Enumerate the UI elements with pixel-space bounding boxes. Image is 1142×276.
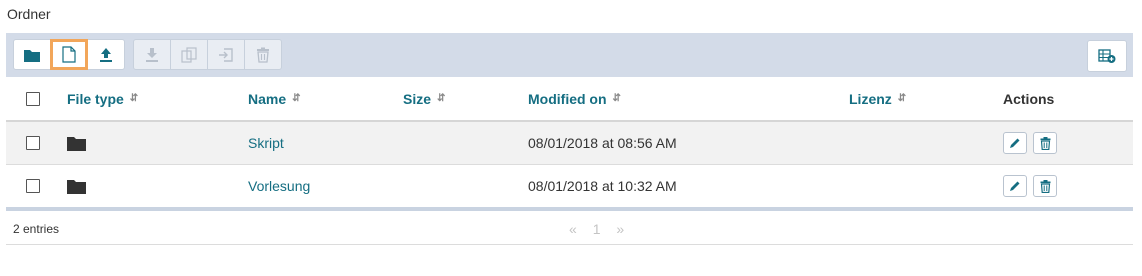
next-page-button[interactable]: » [616,221,624,237]
table-footer: 2 entries « 1 » [6,211,1133,245]
sort-icon: ⇵ [437,92,446,104]
table-row: Vorlesung 08/01/2018 at 10:32 AM [6,164,1133,207]
modified-date: 08/01/2018 at 10:32 AM [528,178,677,194]
column-name[interactable]: Name ⇵ [248,77,301,120]
folder-icon [67,179,86,194]
sort-icon: ⇵ [612,92,621,104]
download-icon [146,47,158,62]
upload-button[interactable] [87,39,125,70]
create-button-group [13,39,125,70]
row-delete-button[interactable] [1033,132,1057,154]
pencil-icon [1010,138,1020,148]
file-toolbar [6,33,1133,77]
prev-page-button[interactable]: « [569,221,577,237]
row-checkbox[interactable] [26,136,40,150]
upload-icon [100,47,112,62]
table-settings-icon [1098,49,1116,63]
column-modified[interactable]: Modified on ⇵ [528,77,621,120]
table-row: Skript 08/01/2018 at 08:56 AM [6,120,1133,164]
column-label: Modified on [528,90,607,107]
trash-icon [257,47,269,63]
column-label: Name [248,90,287,107]
edit-button[interactable] [1003,132,1027,154]
column-label: Size [403,90,432,107]
sort-icon: ⇵ [129,92,139,104]
folder-icon [67,136,86,151]
copy-icon [181,46,197,63]
file-icon [62,46,76,63]
pagination: « 1 » [569,221,636,237]
sort-icon: ⇵ [292,92,301,104]
files-table: File type ⇵ Name ⇵ Size ⇵ Modified on ⇵ … [6,77,1133,207]
move-button[interactable] [207,39,245,70]
row-delete-button[interactable] [1033,175,1057,197]
modified-date: 08/01/2018 at 08:56 AM [528,135,677,151]
action-button-group [133,39,282,70]
page-number[interactable]: 1 [593,221,601,237]
select-all-checkbox[interactable] [26,91,40,106]
row-checkbox[interactable] [26,179,40,193]
delete-button[interactable] [244,39,282,70]
column-label: Actions [1003,90,1055,107]
download-button[interactable] [133,39,171,70]
column-label: File type [67,90,124,107]
pencil-icon [1010,181,1020,191]
column-file-type[interactable]: File type ⇵ [67,77,138,120]
sort-icon: ⇵ [897,92,907,104]
table-settings-button[interactable] [1087,40,1127,72]
column-label: Lizenz [849,90,892,107]
page-title: Ordner [7,6,51,22]
new-folder-button[interactable] [13,39,51,70]
copy-button[interactable] [170,39,208,70]
move-icon [219,47,233,62]
folder-icon [24,49,40,62]
new-file-button[interactable] [50,39,88,70]
entries-count: 2 entries [13,222,60,236]
edit-button[interactable] [1003,175,1027,197]
file-name-link[interactable]: Skript [248,122,284,164]
file-name-link[interactable]: Vorlesung [248,165,310,207]
column-actions: Actions [1003,77,1054,120]
column-license[interactable]: Lizenz ⇵ [849,77,906,120]
trash-icon [1040,136,1050,150]
trash-icon [1040,179,1050,193]
column-size[interactable]: Size ⇵ [403,77,445,120]
table-header: File type ⇵ Name ⇵ Size ⇵ Modified on ⇵ … [6,77,1133,120]
